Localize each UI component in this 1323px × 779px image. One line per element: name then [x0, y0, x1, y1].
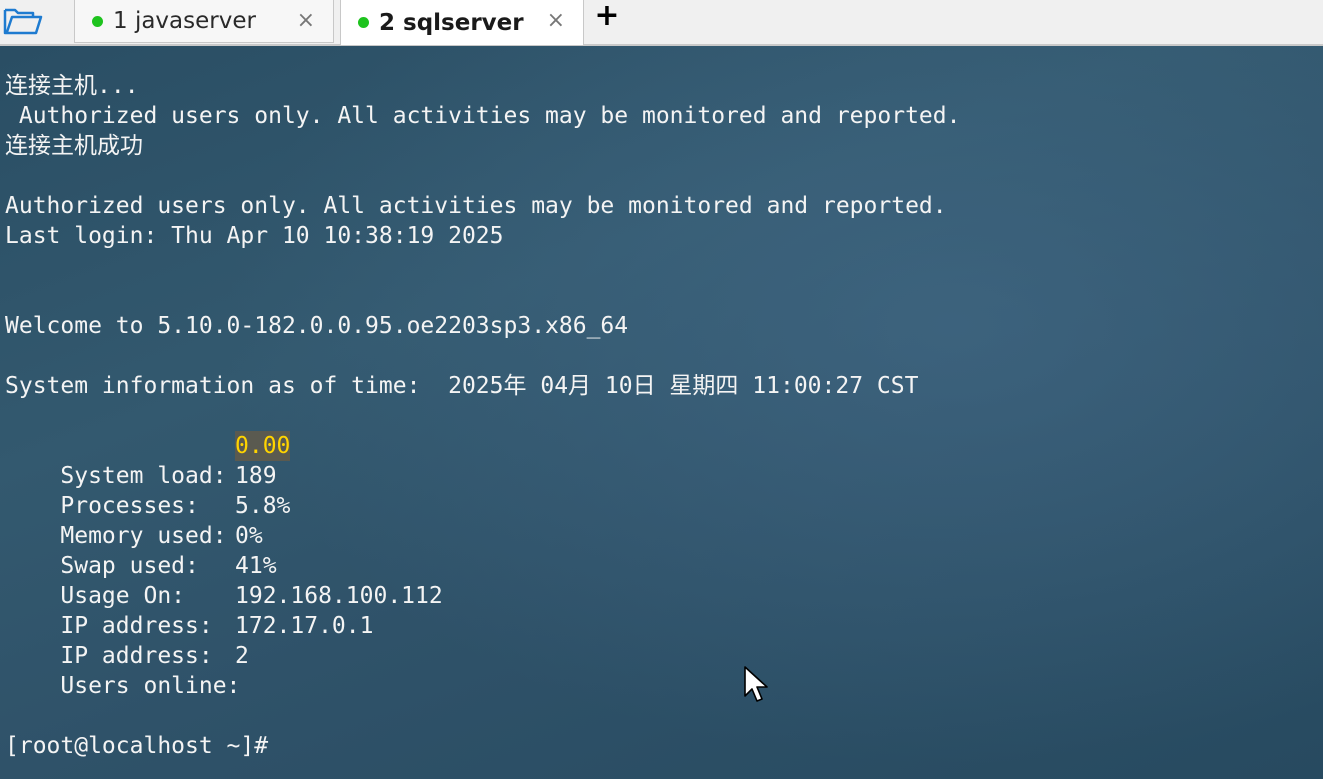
tab-javaserver[interactable]: 1 javaserver ×: [74, 0, 334, 43]
tab-label: 1 javaserver: [113, 8, 256, 34]
add-tab-button[interactable]: +: [594, 1, 620, 32]
tab-label: 2 sqlserver: [379, 9, 524, 36]
terminal-line: Welcome to 5.10.0-182.0.0.95.oe2203sp3.x…: [5, 313, 629, 339]
open-folder-button[interactable]: [0, 0, 46, 42]
connected-status-icon: [358, 17, 369, 28]
stat-row: Usage On: 41%: [5, 551, 276, 609]
stat-row: System load: 0.00: [5, 431, 291, 489]
stat-value: 5.8%: [235, 493, 291, 519]
terminal-line: 连接主机成功: [5, 133, 143, 159]
stat-value: 2: [235, 643, 249, 669]
stat-value: 189: [235, 463, 277, 489]
terminal-line: Authorized users only. All activities ma…: [5, 193, 947, 219]
stat-value: 0%: [235, 523, 263, 549]
terminal-output[interactable]: 连接主机... Authorized users only. All activ…: [0, 46, 1323, 779]
close-icon[interactable]: ×: [297, 8, 315, 34]
stat-value: 41%: [235, 553, 277, 579]
stat-row: Memory used: 5.8%: [5, 491, 290, 549]
stat-row: Swap used: 0%: [5, 521, 262, 579]
terminal-line: System information as of time: 2025年 04月…: [5, 373, 919, 399]
stat-value: 172.17.0.1: [235, 613, 374, 639]
stat-row: IP address: 172.17.0.1: [5, 611, 373, 669]
terminal-line: 连接主机...: [5, 73, 139, 99]
shell-prompt[interactable]: [root@localhost ~]#: [5, 731, 268, 761]
tab-bar: 1 javaserver × 2 sqlserver × +: [0, 0, 1323, 46]
stat-value-highlighted: 0.00: [235, 431, 291, 461]
stat-row: IP address: 192.168.100.112: [5, 581, 442, 639]
stat-label: Users online:: [60, 673, 241, 699]
stat-row: Users online: 2: [5, 641, 248, 699]
folder-open-icon: [3, 8, 43, 35]
terminal-line: Last login: Thu Apr 10 10:38:19 2025: [5, 223, 504, 249]
close-icon[interactable]: ×: [547, 8, 565, 34]
connected-status-icon: [92, 15, 103, 27]
mouse-pointer-icon: [744, 666, 768, 702]
tab-sqlserver[interactable]: 2 sqlserver ×: [340, 0, 584, 46]
terminal-line: Authorized users only. All activities ma…: [5, 103, 961, 129]
stat-row: Processes: 189: [5, 461, 276, 519]
stat-value: 192.168.100.112: [235, 583, 443, 609]
